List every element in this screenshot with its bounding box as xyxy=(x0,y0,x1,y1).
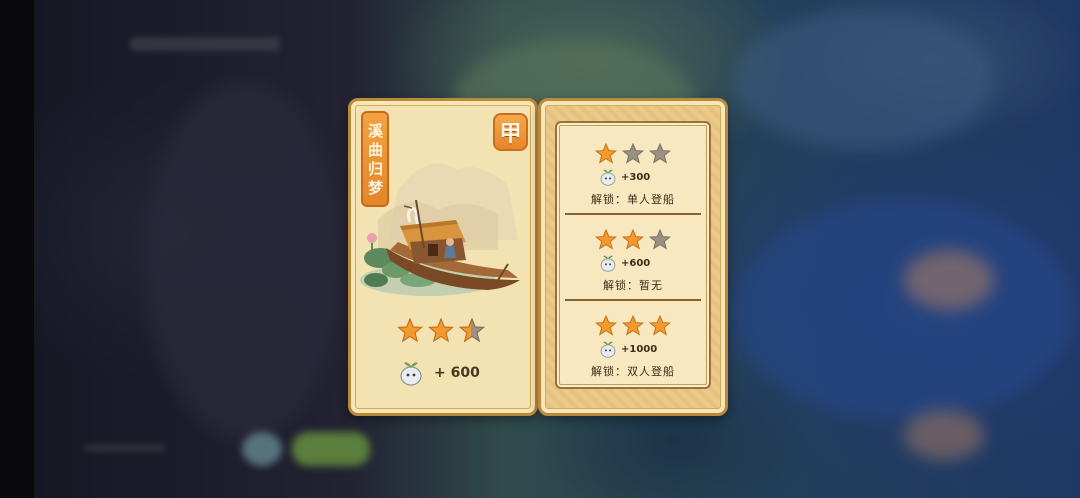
tier-reward-value: +600 xyxy=(621,257,651,269)
sprout-spirit-icon xyxy=(600,255,616,272)
tier-unlock-text: 解锁：双人登船 xyxy=(591,365,675,378)
tier-reward-value: +300 xyxy=(621,171,651,183)
tier-star-rating xyxy=(595,315,671,336)
star-empty-icon xyxy=(648,143,671,164)
tier-unlock-text: 解锁：暂无 xyxy=(603,279,663,292)
star-filled-icon xyxy=(621,315,645,336)
tier-list: +300 解锁：单人登船 +600 解锁：暂无 +1000 解锁：双人登船 xyxy=(555,121,711,389)
tier-reward: +600 xyxy=(599,253,650,273)
star-filled-icon xyxy=(595,315,618,336)
sprout-spirit-icon xyxy=(400,362,422,386)
star-filled-icon xyxy=(595,143,618,164)
star-filled-icon xyxy=(648,315,671,336)
card-title-tab: 溪曲归梦 xyxy=(361,111,389,207)
star-filled-icon xyxy=(621,229,645,250)
star-half-icon xyxy=(458,318,486,343)
star-empty-icon xyxy=(621,143,645,164)
grade-badge: 甲 xyxy=(493,113,528,151)
card-reward-value: + 600 xyxy=(434,365,480,381)
tier-star-rating xyxy=(595,229,671,250)
tier-row: +600 解锁：暂无 xyxy=(557,209,709,295)
card-reward: + 600 xyxy=(398,358,480,388)
sprout-spirit-icon xyxy=(600,169,616,186)
star-filled-icon xyxy=(427,318,455,343)
star-empty-icon xyxy=(648,229,671,250)
star-filled-icon xyxy=(397,318,424,343)
star-filled-icon xyxy=(595,229,618,250)
sprout-spirit-icon xyxy=(600,341,616,358)
card-star-rating xyxy=(397,318,486,343)
tier-unlock-text: 解锁：单人登船 xyxy=(591,193,675,206)
tier-reward-value: +1000 xyxy=(621,343,658,355)
tier-reward: +300 xyxy=(599,167,650,187)
tier-row: +300 解锁：单人登船 xyxy=(557,123,709,209)
tier-star-rating xyxy=(595,143,671,164)
tier-reward: +1000 xyxy=(599,339,657,359)
tier-row: +1000 解锁：双人登船 xyxy=(557,295,709,381)
